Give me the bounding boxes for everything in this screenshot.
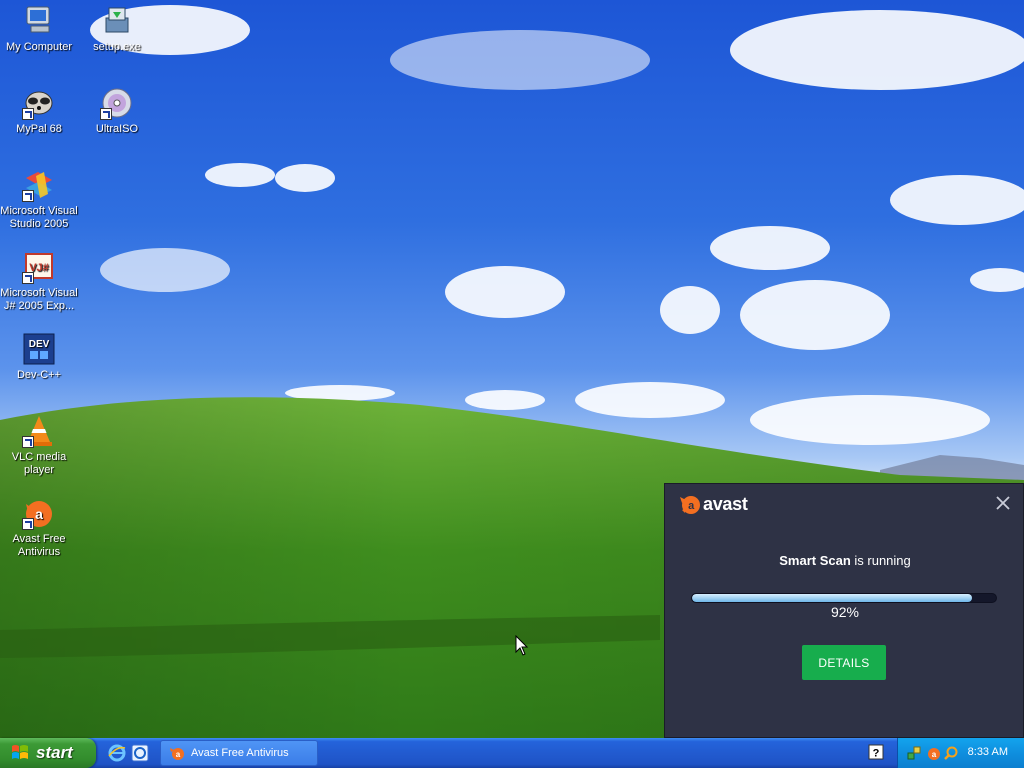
- scan-name: Smart Scan: [779, 553, 851, 568]
- my-computer-icon: [26, 6, 50, 33]
- mouse-cursor-icon: [515, 635, 529, 656]
- ie-refresh-icon[interactable]: [131, 744, 149, 762]
- desktop-icon-label: VLC media player: [11, 451, 67, 476]
- desktop-icon-label: Avast Free Antivirus: [12, 533, 66, 558]
- desktop: My Computer setup.exe MyPal 68 UltraISO …: [0, 0, 1024, 738]
- desktop-icon-dev-cpp[interactable]: DEV Dev-C++: [0, 332, 78, 382]
- taskbar: start a Avast Free Antivirus ? a 8:33 AM: [0, 738, 1024, 768]
- avast-task-icon: a: [170, 748, 184, 760]
- svg-text:?: ?: [873, 748, 880, 760]
- desktop-icon-vlc[interactable]: VLC media player: [0, 414, 78, 477]
- internet-explorer-icon[interactable]: [108, 744, 126, 762]
- avast-brand: a avast: [679, 493, 748, 515]
- desktop-icon-label: My Computer: [5, 41, 73, 53]
- network-icon[interactable]: [906, 745, 922, 761]
- desktop-icon-setup-exe[interactable]: setup.exe: [78, 4, 156, 54]
- scan-progress-bar: [691, 593, 997, 603]
- start-label: start: [36, 743, 73, 762]
- system-tray: a 8:33 AM: [897, 738, 1024, 768]
- dev-cpp-icon: DEV: [23, 333, 55, 365]
- setup-exe-icon: [105, 7, 129, 33]
- svg-text:a: a: [35, 506, 43, 522]
- desktop-icon-avast[interactable]: a Avast Free Antivirus: [0, 496, 78, 559]
- scan-progress-fill: [692, 594, 972, 602]
- desktop-icon-visual-jsharp[interactable]: VJ# Microsoft Visual J# 2005 Exp...: [0, 250, 78, 313]
- desktop-icon-visual-studio[interactable]: Microsoft Visual Studio 2005: [0, 168, 78, 231]
- avast-logo-icon: a: [680, 496, 700, 514]
- avast-notification-popup: a avast Smart Scan is running 92% DETAIL…: [664, 483, 1024, 738]
- avast-brand-label: avast: [703, 493, 748, 514]
- clock[interactable]: 8:33 AM: [968, 746, 1008, 758]
- desktop-icon-label: setup.exe: [93, 41, 141, 53]
- avast-tray-icon[interactable]: a: [925, 745, 941, 761]
- desktop-icon-label: UltraISO: [95, 123, 139, 135]
- svg-text:a: a: [932, 750, 937, 759]
- svg-text:DEV: DEV: [29, 339, 50, 350]
- desktop-icon-label: Microsoft Visual Studio 2005: [0, 205, 78, 230]
- help-icon[interactable]: ?: [868, 744, 884, 760]
- desktop-icon-label: MyPal 68: [16, 123, 62, 135]
- scan-status-text: is running: [850, 553, 911, 568]
- taskbar-item-avast[interactable]: a Avast Free Antivirus: [160, 740, 318, 766]
- start-button[interactable]: start: [0, 738, 96, 768]
- close-icon[interactable]: [993, 493, 1013, 513]
- desktop-icon-mypal[interactable]: MyPal 68: [0, 86, 78, 136]
- taskbar-item-label: Avast Free Antivirus: [191, 747, 289, 759]
- windows-logo-icon: [12, 745, 28, 759]
- desktop-icon-my-computer[interactable]: My Computer: [0, 4, 78, 54]
- desktop-icon-label: Dev-C++: [16, 369, 62, 381]
- scan-status-title: Smart Scan is running: [665, 553, 1024, 568]
- desktop-icon-ultraiso[interactable]: UltraISO: [78, 86, 156, 136]
- scan-progress-label: 92%: [830, 604, 860, 620]
- details-button[interactable]: DETAILS: [802, 645, 886, 680]
- desktop-icon-label: Microsoft Visual J# 2005 Exp...: [0, 287, 78, 312]
- search-tray-icon[interactable]: [943, 745, 959, 761]
- svg-text:a: a: [176, 750, 181, 759]
